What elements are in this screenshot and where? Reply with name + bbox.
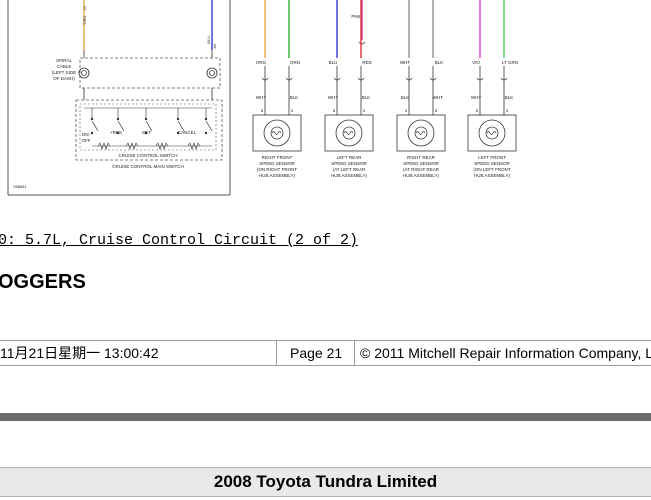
wire-label: LT GRN bbox=[502, 60, 518, 65]
wire-label: WHT bbox=[256, 95, 266, 100]
wire-label: WHT bbox=[400, 60, 410, 65]
page-footer: 11月21日星期一 13:00:42 Page 21 © 2011 Mitche… bbox=[0, 340, 651, 366]
footer-separator bbox=[276, 341, 277, 365]
sensor-label: HUB ASSEMBLY) bbox=[403, 173, 439, 178]
wire-label: GRN bbox=[290, 60, 300, 65]
switch-contact-icon bbox=[90, 117, 94, 121]
wire-label: WHT bbox=[433, 95, 443, 100]
switch-caption: CRUISE CONTROL SWITCH bbox=[118, 153, 177, 158]
sensor-label: SPEED SENSOR bbox=[259, 161, 295, 166]
sensor-label: SPEED SENSOR bbox=[474, 161, 510, 166]
sensor-label: RIGHT FRONT bbox=[262, 155, 293, 160]
speed-sensor-icon bbox=[485, 126, 499, 140]
switch-arm bbox=[205, 120, 213, 132]
speed-sensor-icon bbox=[478, 119, 506, 147]
coil-icon bbox=[206, 67, 218, 79]
vehicle-title: 2008 Toyota Tundra Limited bbox=[213, 472, 438, 491]
cruise-switch-box bbox=[79, 103, 217, 151]
switch-label-on-off: OFF bbox=[82, 138, 91, 143]
coil-icon bbox=[81, 70, 87, 76]
speed-sensor-icon bbox=[270, 126, 284, 140]
spiral-cable-label: OF DASH) bbox=[53, 76, 75, 81]
vehicle-title-bar: 2008 Toyota Tundra Limited bbox=[0, 467, 651, 497]
switch-contact-icon bbox=[204, 117, 208, 121]
coil-icon bbox=[343, 131, 354, 135]
pin-number: 2 bbox=[333, 108, 336, 113]
switch-arm bbox=[91, 120, 99, 132]
switch-label-res: +RES bbox=[110, 130, 122, 135]
wiring-diagram: ORN BLU 12 A5 SPIRAL CABLE (LEFT SIDE OF DASH) O… bbox=[0, 0, 651, 200]
speed-sensor-icon bbox=[263, 119, 291, 147]
page-divider bbox=[0, 413, 651, 421]
switch-contact-icon bbox=[176, 117, 180, 121]
switch-contact-icon bbox=[90, 131, 94, 135]
pin-number: 12 bbox=[82, 5, 87, 10]
wire-label: BLK bbox=[362, 95, 371, 100]
wire-label-pnk: PNK bbox=[351, 14, 360, 19]
spiral-cable-label: (LEFT SIDE bbox=[52, 70, 76, 75]
speed-sensor-icon bbox=[342, 126, 356, 140]
footer-separator bbox=[354, 341, 355, 365]
sensor-label: HUB ASSEMBLY) bbox=[474, 173, 510, 178]
pin-number: A5 bbox=[212, 43, 217, 49]
sensor-label: LEFT FRONT bbox=[478, 155, 506, 160]
pin-number: 1 bbox=[506, 108, 509, 113]
switch-label-on-off: ON- bbox=[82, 132, 91, 137]
footer-copyright: © 2011 Mitchell Repair Information Compa… bbox=[360, 345, 651, 361]
switch-contact-icon bbox=[204, 131, 208, 135]
coil-icon bbox=[209, 70, 215, 76]
wire-label: BLU bbox=[329, 60, 338, 65]
pin-number: 2 bbox=[435, 108, 438, 113]
spiral-cable-label: CABLE bbox=[57, 64, 72, 69]
coil-icon bbox=[271, 131, 282, 135]
speed-sensor-icon bbox=[407, 119, 435, 147]
wire-label: ORG bbox=[256, 60, 267, 65]
switch-contact-icon bbox=[116, 117, 120, 121]
connector-icon bbox=[358, 41, 366, 45]
figure-number: 298841 bbox=[13, 184, 27, 189]
pin-number: 2 bbox=[261, 108, 264, 113]
switch-label-cancel: CANCEL bbox=[178, 130, 197, 135]
wire-label-blu: BLU bbox=[206, 36, 211, 44]
sensor-label: (AT LEFT REAR bbox=[333, 167, 367, 172]
diagram-caption: 0: 5.7L, Cruise Control Circuit (2 of 2) bbox=[0, 232, 359, 249]
sensor-label: SPEED SENSOR bbox=[331, 161, 367, 166]
pin-number: 1 bbox=[291, 108, 294, 113]
pin-number: 1 bbox=[363, 108, 366, 113]
main-switch-caption: CRUISE CONTROL MAIN SWITCH bbox=[112, 164, 184, 169]
wire-label: BLK bbox=[290, 95, 299, 100]
sensor-label: HUB ASSEMBLY) bbox=[259, 173, 295, 178]
switch-contact-icon bbox=[144, 117, 148, 121]
sensor-label: HUB ASSEMBLY) bbox=[331, 173, 367, 178]
coil-icon bbox=[486, 131, 497, 135]
footer-page-number: Page 21 bbox=[290, 345, 343, 361]
wire-label: VIO bbox=[472, 60, 480, 65]
coil-icon bbox=[78, 67, 90, 79]
coil-icon bbox=[415, 131, 426, 135]
switch-label-set: -SET bbox=[141, 130, 152, 135]
pin-number: 1 bbox=[405, 108, 408, 113]
wire-label: RED bbox=[362, 60, 372, 65]
spiral-cable-box bbox=[79, 57, 221, 89]
pin-number: 2 bbox=[476, 108, 479, 113]
speed-sensor-icon bbox=[414, 126, 428, 140]
wire-label: BLK bbox=[505, 95, 514, 100]
sensor-label: (ON RIGHT FRONT bbox=[257, 167, 297, 172]
wire-label: BLK bbox=[435, 60, 444, 65]
sensor-label: (ON LEFT FRONT bbox=[473, 167, 510, 172]
wire-label: WHT bbox=[471, 95, 481, 100]
sensor-label: LEFT REAR bbox=[337, 155, 362, 160]
wire-label: WHT bbox=[328, 95, 338, 100]
sensor-label: RIGHT REAR bbox=[407, 155, 435, 160]
wire-label: BLK bbox=[401, 95, 410, 100]
sensor-label: (AT RIGHT REAR bbox=[403, 167, 440, 172]
spiral-cable-label: SPIRAL bbox=[56, 58, 73, 63]
footer-date: 11月21日星期一 13:00:42 bbox=[0, 345, 159, 361]
wire-label-orn: ORN bbox=[82, 15, 87, 24]
section-title: OGGERS bbox=[0, 271, 86, 293]
speed-sensor-icon bbox=[335, 119, 363, 147]
sensor-label: SPEED SENSOR bbox=[403, 161, 439, 166]
